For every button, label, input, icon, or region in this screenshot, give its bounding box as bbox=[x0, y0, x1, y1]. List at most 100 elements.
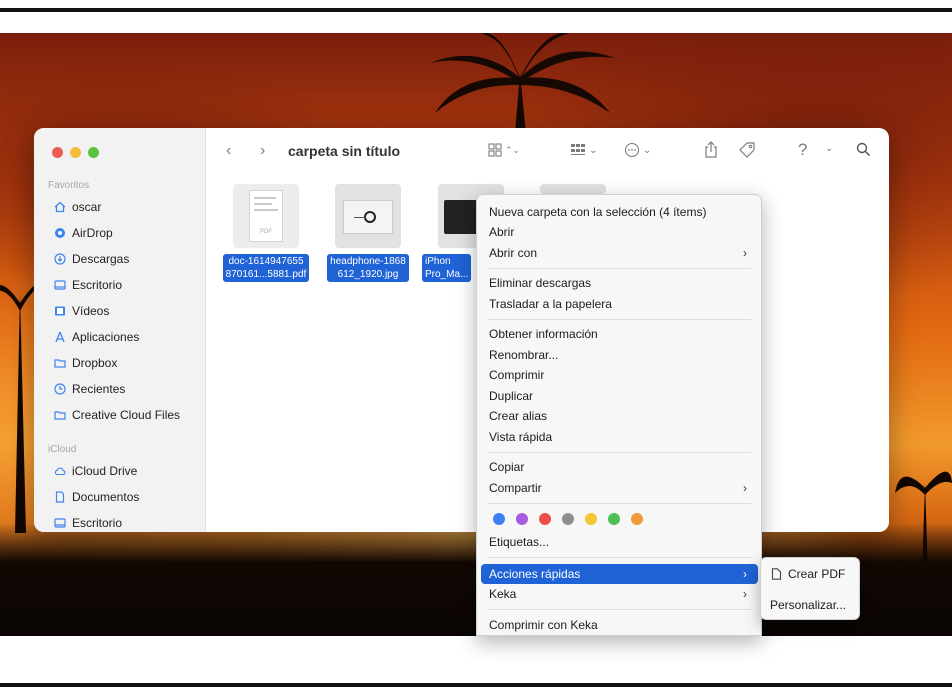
chevron-right-icon: › bbox=[743, 481, 747, 495]
window-controls bbox=[52, 147, 99, 158]
grid-icon bbox=[488, 143, 502, 157]
chevron-down-icon: ⌄ bbox=[589, 144, 598, 156]
sidebar-item-label: Escritorio bbox=[72, 278, 123, 292]
submenu-item-create-pdf[interactable]: Crear PDF bbox=[771, 567, 845, 581]
submenu-item-label: Crear PDF bbox=[788, 567, 846, 581]
sidebar-item-label: Recientes bbox=[72, 382, 126, 396]
submenu-item-customize[interactable]: Personalizar... bbox=[770, 598, 846, 612]
tag-color-dot[interactable] bbox=[585, 513, 597, 525]
back-chevron-icon[interactable]: ‹ bbox=[226, 142, 231, 160]
group-button[interactable]: ⌄ bbox=[570, 143, 597, 157]
menu-item-make-alias[interactable]: Crear alias bbox=[489, 407, 547, 425]
sidebar-item-label: Vídeos bbox=[72, 304, 110, 318]
file-item-partial[interactable] bbox=[540, 184, 606, 194]
tag-color-dot[interactable] bbox=[562, 513, 574, 525]
sidebar-item-icloud-drive[interactable]: iCloud Drive bbox=[54, 462, 137, 480]
up-down-chevron-icon: ⌃⌄ bbox=[505, 144, 521, 155]
sidebar-item-escritorio[interactable]: Escritorio bbox=[54, 276, 122, 294]
chevron-down-icon[interactable]: ⌄ bbox=[825, 143, 833, 154]
sidebar-item-oscar[interactable]: oscar bbox=[54, 198, 101, 216]
menu-item-quick-actions[interactable]: Acciones rápidas bbox=[489, 565, 580, 583]
menu-item-get-info[interactable]: Obtener información bbox=[489, 325, 598, 343]
file-name: iPhon Pro_Ma... bbox=[422, 254, 472, 282]
menu-item-rename[interactable]: Renombrar... bbox=[489, 346, 558, 364]
sidebar-item-recientes[interactable]: Recientes bbox=[54, 380, 125, 398]
search-button[interactable] bbox=[856, 142, 871, 157]
tag-button[interactable] bbox=[738, 141, 756, 158]
menu-item-move-to-trash[interactable]: Trasladar a la papelera bbox=[489, 295, 612, 313]
sidebar-item-label: AirDrop bbox=[72, 226, 113, 240]
file-item-jpg[interactable]: headphone-1868 612_1920.jpg bbox=[318, 184, 418, 282]
chevron-down-icon: ⌄ bbox=[643, 144, 652, 156]
tag-color-dot[interactable] bbox=[631, 513, 643, 525]
film-icon bbox=[54, 305, 66, 317]
menu-separator bbox=[487, 557, 751, 558]
share-button[interactable] bbox=[704, 141, 718, 158]
help-icon[interactable]: ? bbox=[798, 140, 807, 160]
download-icon bbox=[54, 253, 66, 265]
menu-item-compress-with-keka[interactable]: Comprimir con Keka bbox=[489, 616, 598, 634]
clock-icon bbox=[54, 383, 66, 395]
menu-separator bbox=[487, 503, 751, 504]
menu-item-compress[interactable]: Comprimir bbox=[489, 366, 544, 384]
pdf-label: PDF bbox=[260, 229, 272, 235]
home-icon bbox=[54, 201, 66, 213]
action-button[interactable]: ⌄ bbox=[624, 142, 651, 158]
file-item-pdf[interactable]: PDF doc-1614947655 870161...5881.pdf bbox=[216, 184, 316, 282]
folder-icon bbox=[54, 357, 66, 369]
menu-item-delete-downloads[interactable]: Eliminar descargas bbox=[489, 274, 591, 292]
desktop-icon bbox=[54, 279, 66, 291]
sidebar-section-icloud: iCloud bbox=[48, 444, 77, 455]
menu-item-quick-look[interactable]: Vista rápida bbox=[489, 428, 552, 446]
minimize-button[interactable] bbox=[70, 147, 81, 158]
sidebar-item-label: Descargas bbox=[72, 252, 130, 266]
sidebar-item-label: iCloud Drive bbox=[72, 464, 138, 478]
menu-item-tags[interactable]: Etiquetas... bbox=[489, 533, 549, 551]
screenshot-frame: Favoritos oscar AirDrop Descargas Escrit… bbox=[0, 0, 952, 691]
sidebar-item-documentos[interactable]: Documentos bbox=[54, 488, 139, 506]
sidebar-item-creative-cloud[interactable]: Creative Cloud Files bbox=[54, 406, 180, 424]
context-menu: Nueva carpeta con la selección (4 ítems)… bbox=[476, 194, 762, 636]
menu-separator bbox=[487, 609, 751, 610]
sidebar-item-descargas[interactable]: Descargas bbox=[54, 250, 129, 268]
sidebar-item-label: oscar bbox=[72, 200, 102, 214]
search-icon bbox=[856, 142, 871, 157]
zoom-button[interactable] bbox=[88, 147, 99, 158]
menu-separator bbox=[487, 452, 751, 453]
headphone-image-icon bbox=[343, 200, 393, 234]
top-border-bar bbox=[0, 8, 952, 12]
sidebar-section-favoritos: Favoritos bbox=[48, 180, 90, 191]
tag-icon bbox=[739, 142, 755, 158]
sidebar-item-videos[interactable]: Vídeos bbox=[54, 302, 109, 320]
ellipsis-circle-icon bbox=[624, 142, 640, 158]
pdf-thumbnail: PDF bbox=[233, 184, 299, 248]
icon-view-button[interactable]: ⌃⌄ bbox=[488, 143, 520, 157]
apps-icon bbox=[54, 331, 66, 343]
sidebar-item-aplicaciones[interactable]: Aplicaciones bbox=[54, 328, 139, 346]
document-page-icon: PDF bbox=[249, 190, 283, 242]
menu-item-copy[interactable]: Copiar bbox=[489, 458, 524, 476]
sidebar-item-dropbox[interactable]: Dropbox bbox=[54, 354, 117, 372]
menu-item-open-with[interactable]: Abrir con bbox=[489, 244, 537, 262]
close-button[interactable] bbox=[52, 147, 63, 158]
menu-item-keka[interactable]: Keka bbox=[489, 585, 516, 603]
menu-item-duplicate[interactable]: Duplicar bbox=[489, 387, 533, 405]
menu-item-share[interactable]: Compartir bbox=[489, 479, 542, 497]
folder-icon bbox=[54, 409, 66, 421]
file-name: doc-1614947655 870161...5881.pdf bbox=[222, 254, 310, 282]
sidebar-item-escritorio-icloud[interactable]: Escritorio bbox=[54, 514, 122, 532]
tag-color-dot[interactable] bbox=[608, 513, 620, 525]
tag-color-dot[interactable] bbox=[539, 513, 551, 525]
sidebar-item-airdrop[interactable]: AirDrop bbox=[54, 224, 113, 242]
menu-item-new-folder[interactable]: Nueva carpeta con la selección (4 ítems) bbox=[489, 203, 706, 221]
sidebar-item-label: Creative Cloud Files bbox=[72, 408, 181, 422]
tag-color-dot[interactable] bbox=[493, 513, 505, 525]
forward-chevron-icon[interactable]: › bbox=[260, 142, 265, 160]
menu-separator bbox=[487, 268, 751, 269]
sidebar-item-label: Dropbox bbox=[72, 356, 118, 370]
chevron-right-icon: › bbox=[743, 246, 747, 260]
bottom-border-bar bbox=[0, 683, 952, 687]
tag-color-dot[interactable] bbox=[516, 513, 528, 525]
menu-item-open[interactable]: Abrir bbox=[489, 223, 514, 241]
file-name: headphone-1868 612_1920.jpg bbox=[327, 254, 409, 282]
